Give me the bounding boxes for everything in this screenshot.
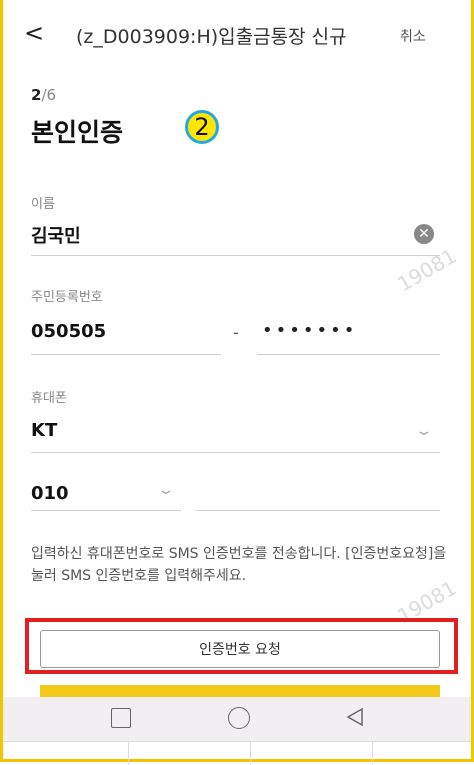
- carrier-select[interactable]: KT: [31, 420, 57, 441]
- phone-number-underline: [196, 510, 440, 511]
- clear-icon[interactable]: ✕: [414, 224, 434, 244]
- rrn-dash: -: [233, 323, 239, 342]
- rrn-front-input[interactable]: 050505: [31, 321, 106, 342]
- header: < (z_D003909:H)입출금통장 신규 취소: [0, 18, 474, 52]
- divider: [250, 741, 251, 765]
- step-total: /6: [41, 86, 57, 104]
- page-header-title: (z_D003909:H)입출금통장 신규: [76, 26, 347, 48]
- rrn-front-underline: [31, 354, 221, 355]
- back-arrow-icon[interactable]: <: [24, 18, 44, 48]
- rrn-back-input[interactable]: •••••••: [262, 320, 357, 341]
- step-indicator: 2/6: [31, 86, 56, 104]
- name-input[interactable]: 김국민: [31, 222, 81, 248]
- rrn-label: 주민등록번호: [31, 290, 103, 305]
- back-icon[interactable]: [343, 705, 367, 729]
- cancel-button[interactable]: 취소: [400, 26, 426, 46]
- request-code-button[interactable]: 인증번호 요청: [40, 630, 440, 668]
- page-title: 본인인증: [31, 118, 124, 147]
- sms-notice: 입력하신 휴대폰번호로 SMS 인증번호를 전송합니다. [인증번호요청]을 눌…: [31, 546, 447, 584]
- chevron-down-icon[interactable]: ⌄: [414, 423, 433, 439]
- chevron-down-icon[interactable]: ⌄: [156, 482, 175, 498]
- divider: [128, 741, 129, 765]
- recent-apps-icon[interactable]: [111, 708, 131, 728]
- name-underline: [31, 255, 440, 256]
- system-nav-bar: [3, 697, 471, 742]
- name-label: 이름: [31, 197, 55, 212]
- rrn-back-underline: [257, 354, 440, 355]
- step-badge: 2: [185, 110, 219, 144]
- phone-prefix-select[interactable]: 010: [31, 483, 69, 504]
- phone-label: 휴대폰: [31, 391, 67, 406]
- confirm-button[interactable]: [40, 685, 440, 697]
- carrier-underline: [31, 452, 440, 453]
- step-current: 2: [31, 86, 42, 104]
- home-icon[interactable]: [228, 707, 250, 729]
- prefix-underline: [31, 510, 181, 511]
- divider: [372, 741, 373, 765]
